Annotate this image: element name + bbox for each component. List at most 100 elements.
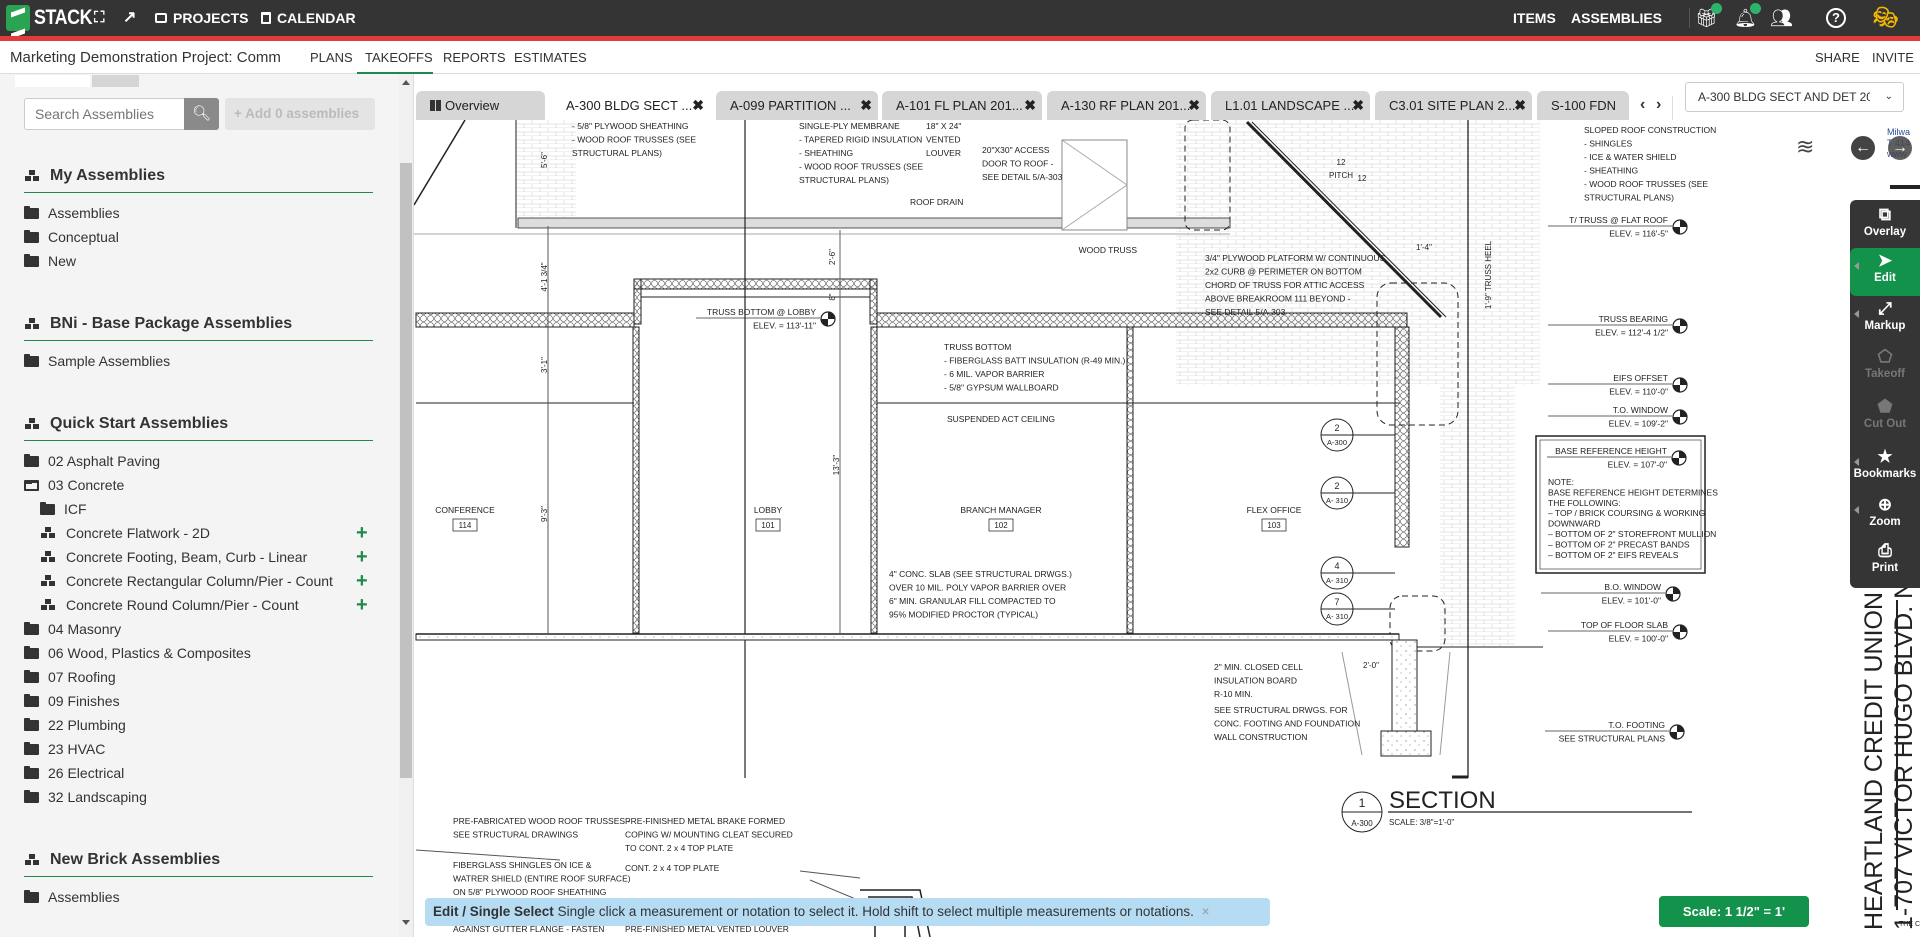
tab-estimates[interactable]: ESTIMATES bbox=[514, 41, 587, 74]
drawing-note: THE FOLLOWING: bbox=[1548, 498, 1621, 508]
gift-icon[interactable]: 🎁︎ bbox=[1695, 0, 1722, 36]
assembly-item[interactable]: Concrete Flatwork - 2D bbox=[40, 521, 210, 545]
drawing-note: T.O. WINDOW bbox=[1613, 405, 1668, 415]
drawing-note: PRE-FINISHED METAL BRAKE FORMED bbox=[625, 816, 785, 826]
drawing-note: CHORD OF TRUSS FOR ATTIC ACCESS bbox=[1205, 280, 1365, 290]
plan-tab[interactable]: A-130 RF PLAN 201... ✖ bbox=[1047, 91, 1206, 120]
external-link-icon[interactable]: ↗ bbox=[123, 0, 136, 36]
close-tab-icon[interactable]: ✖ bbox=[1024, 91, 1036, 120]
folder-icon bbox=[24, 229, 39, 243]
search-assemblies-input[interactable] bbox=[24, 98, 184, 130]
tab-reports[interactable]: REPORTS bbox=[443, 41, 506, 74]
sidebar-tab[interactable] bbox=[92, 75, 139, 87]
drawing-note: SEE STRUCTURAL PLANS bbox=[1559, 734, 1666, 744]
tool-markup[interactable]: ⤢ Markup bbox=[1850, 296, 1920, 344]
tool-print[interactable]: ⎙ Print bbox=[1850, 538, 1920, 586]
drawing-note: DOWNWARD bbox=[1548, 519, 1601, 529]
invite-link[interactable]: INVITE bbox=[1872, 41, 1914, 74]
stack-logo[interactable]: STACK bbox=[6, 5, 102, 31]
folder-item[interactable]: 26 Electrical bbox=[24, 761, 124, 785]
folder-icon bbox=[24, 693, 39, 707]
close-tab-icon[interactable]: ✖ bbox=[692, 91, 704, 120]
previous-sheet-icon[interactable]: ← bbox=[1851, 136, 1875, 160]
folder-item[interactable]: 04 Masonry bbox=[24, 617, 121, 641]
theater-masks-icon[interactable]: 🎭︎ bbox=[1873, 0, 1898, 36]
tool-overlay[interactable]: ⧉ Overlay bbox=[1850, 202, 1920, 250]
folder-item[interactable]: Assemblies bbox=[24, 885, 120, 909]
tool-zoom[interactable]: ⊕ Zoom bbox=[1850, 492, 1920, 540]
help-icon[interactable]: ? bbox=[1826, 0, 1846, 36]
folder-item[interactable]: 09 Finishes bbox=[24, 689, 120, 713]
tabs-scroll-right-icon[interactable]: › bbox=[1656, 96, 1661, 114]
folder-item[interactable]: 02 Asphalt Paving bbox=[24, 449, 160, 473]
plan-viewer[interactable]: - 5/8" PLYWOOD SHEATHING - WOOD ROOF TRUS… bbox=[413, 119, 1920, 938]
assemblies-link[interactable]: ASSEMBLIES bbox=[1571, 0, 1662, 36]
folder-icon bbox=[24, 645, 39, 659]
plan-tab[interactable]: A-300 BLDG SECT ... ✖ bbox=[552, 91, 710, 120]
folder-item[interactable]: 32 Landscaping bbox=[24, 785, 147, 809]
plan-tab[interactable]: A-099 PARTITION ... ✖ bbox=[716, 91, 878, 120]
tool-edit[interactable]: ➤ Edit bbox=[1850, 248, 1920, 296]
add-assembly-plus-icon[interactable]: + bbox=[356, 521, 368, 545]
folder-item[interactable]: ICF bbox=[40, 497, 87, 521]
tabs-scroll-left-icon[interactable]: ‹ bbox=[1640, 96, 1645, 114]
folder-item[interactable]: Assemblies bbox=[24, 201, 120, 225]
tab-takeoffs[interactable]: TAKEOFFS bbox=[365, 41, 433, 74]
drawing-note: - WOOD ROOF TRUSSES (SEE bbox=[572, 135, 696, 145]
tool-bookmarks[interactable]: ★ Bookmarks bbox=[1850, 444, 1920, 492]
sidebar-scrollbar[interactable] bbox=[399, 74, 413, 937]
project-title[interactable]: Marketing Demonstration Project: Comm bbox=[10, 41, 281, 74]
scroll-down-icon[interactable] bbox=[402, 920, 410, 925]
sheet-select[interactable]: A-300 BLDG SECT AND DET 2019 ⌄ bbox=[1685, 82, 1904, 112]
add-assembly-plus-icon[interactable]: + bbox=[356, 593, 368, 617]
folder-item[interactable]: 03 Concrete bbox=[24, 473, 124, 497]
scrollbar-thumb[interactable] bbox=[400, 163, 412, 778]
scroll-up-icon[interactable] bbox=[402, 80, 410, 85]
plan-tab[interactable]: S-100 FDN bbox=[1537, 91, 1629, 120]
calendar-link[interactable]: CALENDAR bbox=[261, 0, 356, 36]
next-sheet-icon[interactable]: → bbox=[1888, 136, 1912, 160]
drawing-note: CONC. FOOTING AND FOUNDATION bbox=[1214, 719, 1360, 729]
drawing-note: BASE REFERENCE HEIGHT bbox=[1555, 446, 1667, 456]
fullscreen-icon[interactable]: ⛶ bbox=[94, 0, 105, 36]
users-icon[interactable]: 👥︎ bbox=[1770, 0, 1793, 36]
add-assemblies-button[interactable]: + Add 0 assemblies bbox=[225, 98, 375, 130]
share-link[interactable]: SHARE bbox=[1815, 41, 1860, 74]
scale-badge[interactable]: Scale: 1 1/2" = 1' bbox=[1659, 896, 1809, 927]
plan-tab[interactable]: L1.01 LANDSCAPE ... ✖ bbox=[1211, 91, 1370, 120]
folder-item[interactable]: Sample Assemblies bbox=[24, 349, 170, 373]
assembly-item[interactable]: Concrete Round Column/Pier - Count bbox=[40, 593, 299, 617]
close-tab-icon[interactable]: ✖ bbox=[1188, 91, 1200, 120]
bell-icon[interactable]: 🔔︎ bbox=[1734, 0, 1761, 36]
folder-item[interactable]: 07 Roofing bbox=[24, 665, 116, 689]
tab-overview[interactable]: Overview bbox=[416, 91, 545, 120]
folder-item[interactable]: 23 HVAC bbox=[24, 737, 105, 761]
plan-drawing[interactable]: - 5/8" PLYWOOD SHEATHING - WOOD ROOF TRUS… bbox=[413, 119, 1920, 938]
close-hint-icon[interactable]: × bbox=[1202, 904, 1210, 919]
star-icon: ★ bbox=[1877, 447, 1893, 466]
assembly-item[interactable]: Concrete Rectangular Column/Pier - Count bbox=[40, 569, 333, 593]
layers-icon[interactable]: ≋ bbox=[1796, 134, 1814, 160]
folder-item[interactable]: New bbox=[24, 249, 76, 273]
right-toolbar: ⧉ Overlay ➤ Edit ⤢ Markup ⬠ Takeoff ⬟ Cut Out… bbox=[1850, 200, 1920, 588]
projects-link[interactable]: PROJECTS bbox=[155, 0, 248, 36]
assembly-item[interactable]: Concrete Footing, Beam, Curb - Linear bbox=[40, 545, 307, 569]
folder-item[interactable]: Conceptual bbox=[24, 225, 119, 249]
tool-cut-out[interactable]: ⬟ Cut Out bbox=[1850, 394, 1920, 442]
close-tab-icon[interactable]: ✖ bbox=[860, 91, 872, 120]
items-link[interactable]: ITEMS bbox=[1513, 0, 1556, 36]
plan-tab[interactable]: C3.01 SITE PLAN 2... ✖ bbox=[1375, 91, 1532, 120]
tool-takeoff[interactable]: ⬠ Takeoff bbox=[1850, 344, 1920, 392]
close-tab-icon[interactable]: ✖ bbox=[1514, 91, 1526, 120]
callout-number: 2 bbox=[1334, 481, 1339, 491]
add-assembly-plus-icon[interactable]: + bbox=[356, 569, 368, 593]
folder-item[interactable]: 22 Plumbing bbox=[24, 713, 126, 737]
search-button[interactable]: 🔍︎ bbox=[184, 98, 219, 130]
tab-plans[interactable]: PLANS bbox=[310, 41, 353, 74]
folder-item[interactable]: 06 Wood, Plastics & Composites bbox=[24, 641, 251, 665]
close-tab-icon[interactable]: ✖ bbox=[1352, 91, 1364, 120]
add-assembly-plus-icon[interactable]: + bbox=[356, 545, 368, 569]
mode-hint: Single click a measurement or notation t… bbox=[557, 904, 1194, 919]
plan-tab[interactable]: A-101 FL PLAN 201... ✖ bbox=[882, 91, 1042, 120]
sidebar-tab[interactable] bbox=[15, 75, 90, 87]
